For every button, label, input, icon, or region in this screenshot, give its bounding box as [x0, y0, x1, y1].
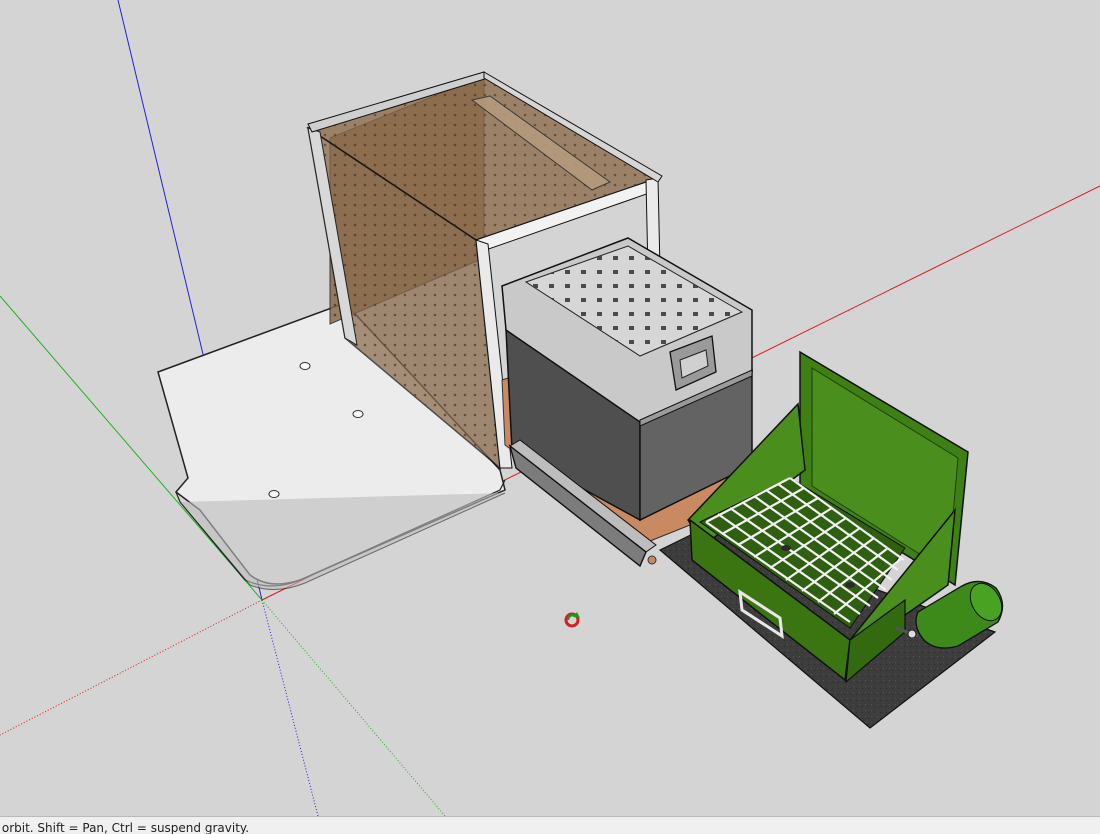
orbit-cursor-icon [564, 612, 580, 628]
red-axis-negative [0, 599, 263, 736]
model-viewport[interactable] [0, 0, 1100, 816]
status-bar: to orbit. Shift = Pan, Ctrl = suspend gr… [0, 816, 1100, 834]
status-hint-text: to orbit. Shift = Pan, Ctrl = suspend gr… [0, 821, 250, 834]
base-hole [299, 362, 311, 370]
green-axis-negative [261, 599, 446, 816]
base-hole [268, 490, 280, 498]
base-hole [352, 410, 364, 418]
sketchup-window: to orbit. Shift = Pan, Ctrl = suspend gr… [0, 0, 1100, 834]
